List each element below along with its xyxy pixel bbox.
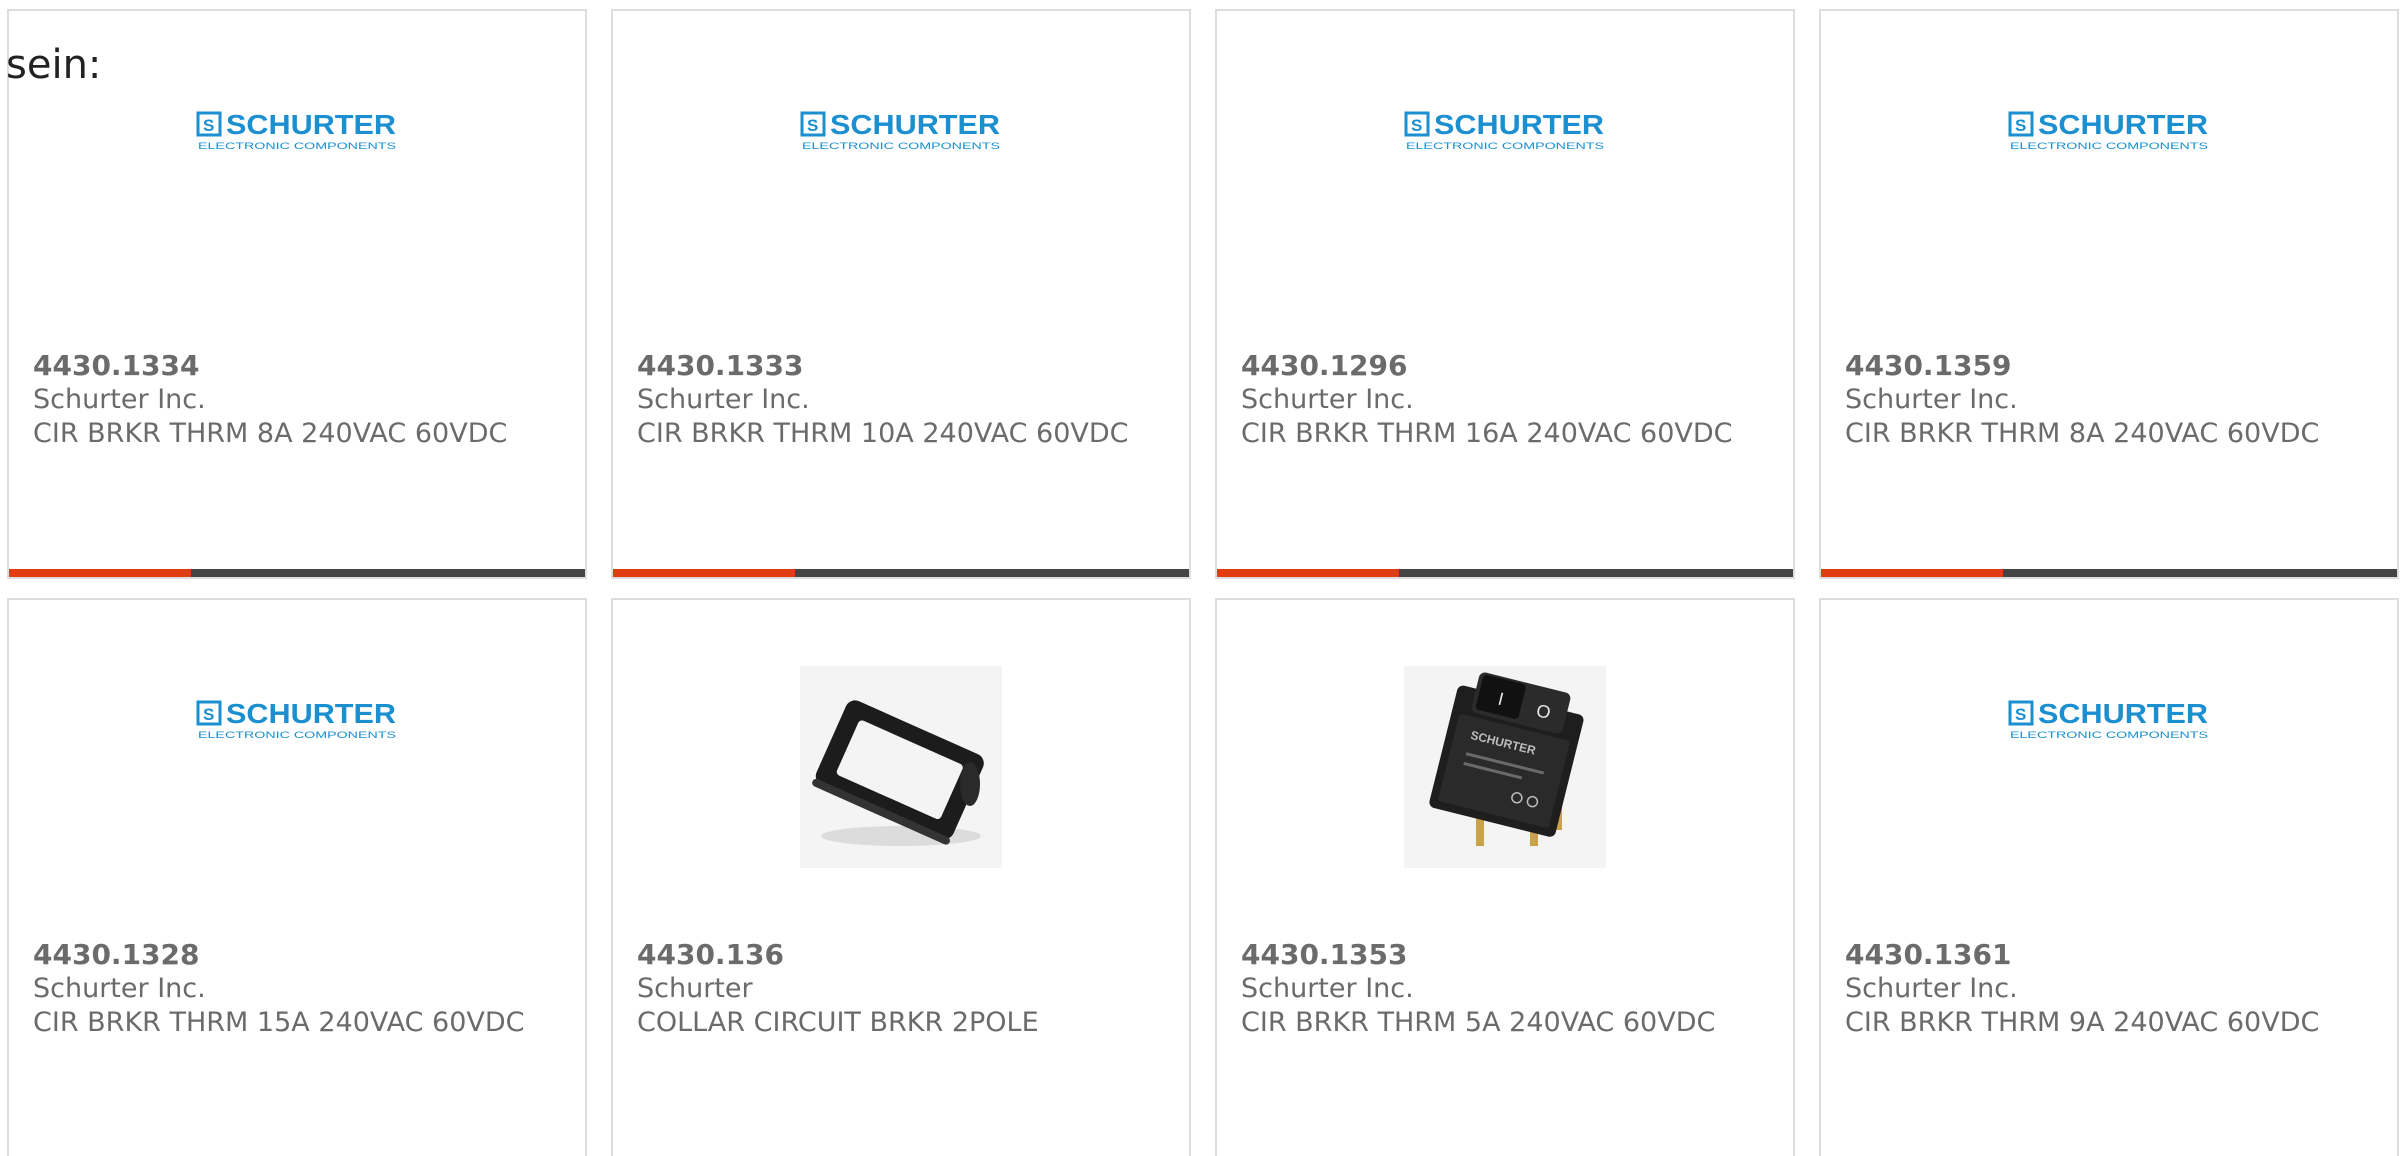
product-info: 4430.1361 Schurter Inc. CIR BRKR THRM 9A… <box>1845 938 2365 1040</box>
manufacturer: Schurter Inc. <box>1845 973 2018 1004</box>
card-progress-bar <box>1217 569 1793 577</box>
schurter-logo-icon: S SCHURTERELECTRONIC COMPONENTS <box>196 109 396 151</box>
schurter-logo-image[interactable]: S SCHURTER ELECTRONIC COMPONENTS <box>800 77 1002 279</box>
collar-photo[interactable] <box>800 666 1002 868</box>
schurter-logo-image[interactable]: S SCHURTER ELECTRONIC COMPONENTS <box>1404 77 1606 279</box>
part-number[interactable]: 4430.136 <box>637 938 1157 972</box>
logo-tagline: ELECTRONIC COMPONENTS <box>2010 141 2208 151</box>
card-bar-accent <box>613 569 795 577</box>
logo-mark: S <box>2015 116 2026 135</box>
breaker-photo[interactable]: SCHURTER I O <box>1404 666 1606 868</box>
collar-icon <box>800 666 1002 868</box>
product-info: 4430.1333 Schurter Inc. CIR BRKR THRM 10… <box>637 349 1157 451</box>
manufacturer: Schurter Inc. <box>33 384 206 415</box>
logo-wordmark: SCHURTER <box>2038 109 2208 140</box>
logo-tagline: ELECTRONIC COMPONENTS <box>1406 141 1604 151</box>
logo-mark: S <box>1411 116 1422 135</box>
logo-wordmark: SCHURTER <box>226 698 396 729</box>
product-card[interactable]: 4430.136 Schurter COLLAR CIRCUIT BRKR 2P… <box>611 598 1191 1156</box>
schurter-logo-icon: S SCHURTERELECTRONIC COMPONENTS <box>196 698 396 740</box>
part-number[interactable]: 4430.1328 <box>33 938 553 972</box>
part-number[interactable]: 4430.1296 <box>1241 349 1761 383</box>
logo-mark: S <box>807 116 818 135</box>
manufacturer: Schurter Inc. <box>1241 973 1414 1004</box>
schurter-logo-icon: S SCHURTERELECTRONIC COMPONENTS <box>1404 109 1604 151</box>
product-card[interactable]: S SCHURTER ELECTRONIC COMPONENTS 4430.1361… <box>1819 598 2399 1156</box>
description: CIR BRKR THRM 9A 240VAC 60VDC <box>1845 1007 2320 1038</box>
manufacturer: Schurter Inc. <box>1845 384 2018 415</box>
intro-text: sein: <box>6 42 102 88</box>
product-card[interactable]: S SCHURTER ELECTRONIC COMPONENTS 4430.1328… <box>7 598 587 1156</box>
part-number[interactable]: 4430.1361 <box>1845 938 2365 972</box>
manufacturer: Schurter Inc. <box>1241 384 1414 415</box>
product-card[interactable]: S SCHURTER ELECTRONIC COMPONENTS 4430.1333… <box>611 9 1191 579</box>
part-number[interactable]: 4430.1353 <box>1241 938 1761 972</box>
part-number[interactable]: 4430.1334 <box>33 349 553 383</box>
logo-tagline: ELECTRONIC COMPONENTS <box>2010 730 2208 740</box>
schurter-logo-image[interactable]: S SCHURTER ELECTRONIC COMPONENTS <box>2008 77 2210 279</box>
schurter-logo-icon: S SCHURTERELECTRONIC COMPONENTS <box>2008 698 2208 740</box>
manufacturer: Schurter Inc. <box>33 973 206 1004</box>
description: CIR BRKR THRM 5A 240VAC 60VDC <box>1241 1007 1716 1038</box>
logo-wordmark: SCHURTER <box>226 109 396 140</box>
card-bar-accent <box>1217 569 1399 577</box>
product-card[interactable]: SCHURTER I O 4430.1353 Schurter Inc. CIR… <box>1215 598 1795 1156</box>
product-info: 4430.136 Schurter COLLAR CIRCUIT BRKR 2P… <box>637 938 1157 1040</box>
manufacturer: Schurter Inc. <box>637 384 810 415</box>
logo-mark: S <box>203 116 214 135</box>
logo-wordmark: SCHURTER <box>2038 698 2208 729</box>
part-number[interactable]: 4430.1359 <box>1845 349 2365 383</box>
logo-wordmark: SCHURTER <box>830 109 1000 140</box>
description: CIR BRKR THRM 8A 240VAC 60VDC <box>1845 418 2320 449</box>
card-bar-accent <box>1821 569 2003 577</box>
manufacturer: Schurter <box>637 973 753 1004</box>
logo-tagline: ELECTRONIC COMPONENTS <box>802 141 1000 151</box>
product-info: 4430.1328 Schurter Inc. CIR BRKR THRM 15… <box>33 938 553 1040</box>
description: COLLAR CIRCUIT BRKR 2POLE <box>637 1007 1039 1038</box>
product-info: 4430.1359 Schurter Inc. CIR BRKR THRM 8A… <box>1845 349 2365 451</box>
logo-tagline: ELECTRONIC COMPONENTS <box>198 730 396 740</box>
schurter-logo-icon: S SCHURTERELECTRONIC COMPONENTS <box>2008 109 2208 151</box>
product-info: 4430.1353 Schurter Inc. CIR BRKR THRM 5A… <box>1241 938 1761 1040</box>
schurter-logo-icon: S SCHURTERELECTRONIC COMPONENTS <box>800 109 1000 151</box>
circuit-breaker-icon: SCHURTER I O <box>1404 666 1606 868</box>
logo-wordmark: SCHURTER <box>1434 109 1604 140</box>
description: CIR BRKR THRM 8A 240VAC 60VDC <box>33 418 508 449</box>
card-progress-bar <box>9 569 585 577</box>
logo-tagline: ELECTRONIC COMPONENTS <box>198 141 396 151</box>
logo-mark: S <box>2015 705 2026 724</box>
product-card[interactable]: S SCHURTER ELECTRONIC COMPONENTS 4430.1296… <box>1215 9 1795 579</box>
logo-mark: S <box>203 705 214 724</box>
description: CIR BRKR THRM 15A 240VAC 60VDC <box>33 1007 525 1038</box>
schurter-logo-image[interactable]: S SCHURTER ELECTRONIC COMPONENTS <box>196 77 398 279</box>
product-info: 4430.1296 Schurter Inc. CIR BRKR THRM 16… <box>1241 349 1761 451</box>
card-bar-accent <box>9 569 191 577</box>
part-number[interactable]: 4430.1333 <box>637 349 1157 383</box>
product-grid-page: sein: S SCHURTER ELECTRONIC COMPONENTS 443… <box>0 0 2400 1156</box>
schurter-logo-image[interactable]: S SCHURTER ELECTRONIC COMPONENTS <box>196 666 398 868</box>
schurter-logo-image[interactable]: S SCHURTER ELECTRONIC COMPONENTS <box>2008 666 2210 868</box>
card-progress-bar <box>1821 569 2397 577</box>
product-info: 4430.1334 Schurter Inc. CIR BRKR THRM 8A… <box>33 349 553 451</box>
card-progress-bar <box>613 569 1189 577</box>
product-card[interactable]: S SCHURTER ELECTRONIC COMPONENTS 4430.1334… <box>7 9 587 579</box>
description: CIR BRKR THRM 16A 240VAC 60VDC <box>1241 418 1733 449</box>
product-card[interactable]: S SCHURTER ELECTRONIC COMPONENTS 4430.1359… <box>1819 9 2399 579</box>
description: CIR BRKR THRM 10A 240VAC 60VDC <box>637 418 1129 449</box>
